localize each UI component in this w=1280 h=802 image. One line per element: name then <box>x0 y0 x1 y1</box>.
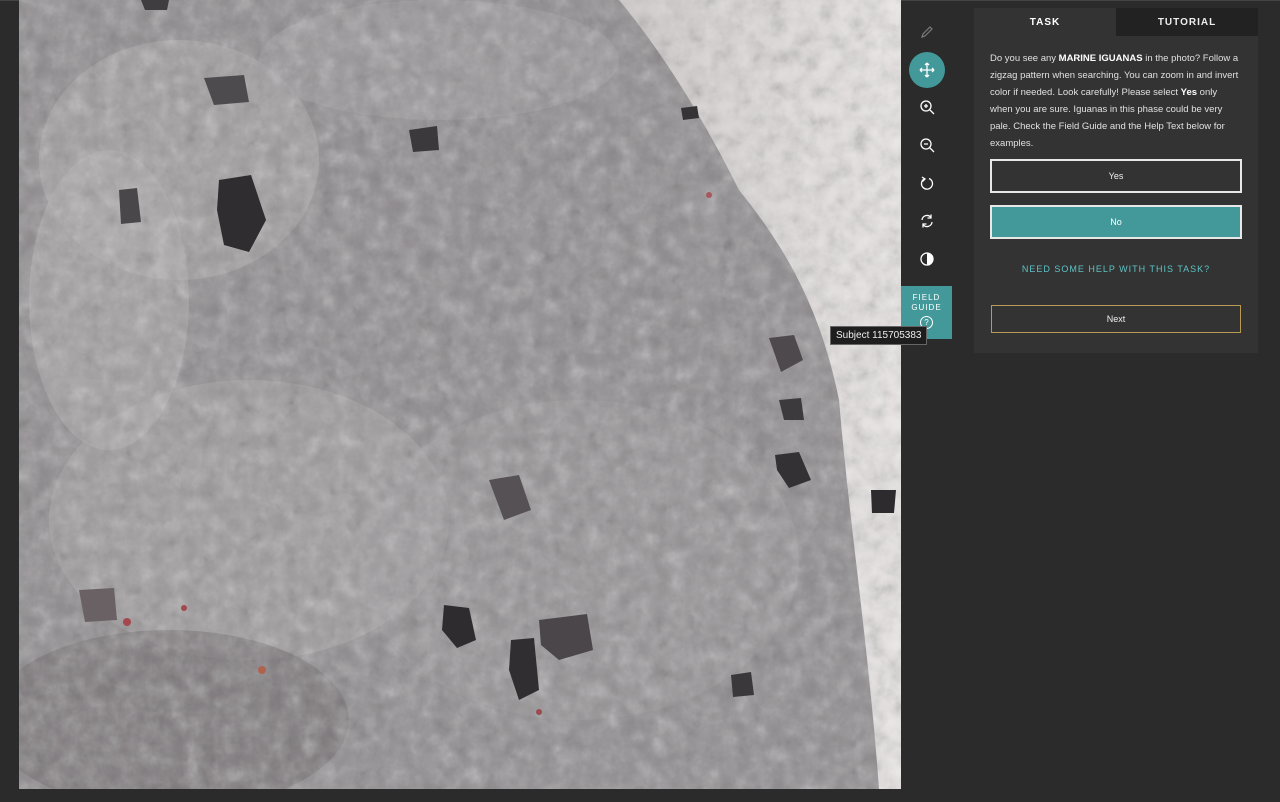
aerial-rock-photo <box>19 0 901 789</box>
subject-tooltip: Subject 115705383 <box>830 326 928 345</box>
rotate-tool[interactable] <box>909 165 945 201</box>
pencil-icon <box>921 26 933 38</box>
answer-yes-button[interactable]: Yes <box>990 159 1242 193</box>
question-bold-iguanas: MARINE IGUANAS <box>1058 53 1143 64</box>
invert-tool[interactable] <box>909 241 945 277</box>
next-button[interactable]: Next <box>991 305 1241 333</box>
reset-tool[interactable] <box>909 203 945 239</box>
zoom-in-icon <box>920 100 935 115</box>
field-guide-label-line2: GUIDE <box>911 303 942 312</box>
task-help-link[interactable]: NEED SOME HELP WITH THIS TASK? <box>974 264 1258 274</box>
panel-tabs: TASK TUTORIAL <box>974 8 1258 36</box>
task-question: Do you see any MARINE IGUANAS in the pho… <box>974 36 1258 152</box>
zoom-in-tool[interactable] <box>909 89 945 125</box>
zoom-out-icon <box>920 138 935 153</box>
field-guide-label-line1: FIELD <box>912 293 941 302</box>
reset-icon <box>921 214 933 228</box>
tab-task[interactable]: TASK <box>974 8 1116 36</box>
toolbar: FIELD GUIDE ? <box>901 0 952 789</box>
tab-tutorial[interactable]: TUTORIAL <box>1116 8 1258 36</box>
pan-tool[interactable] <box>909 52 945 88</box>
subject-image[interactable] <box>19 0 901 789</box>
question-bold-yes: Yes <box>1180 87 1198 98</box>
contrast-icon <box>920 252 934 266</box>
rotate-icon <box>920 176 934 190</box>
annotate-tool[interactable] <box>909 14 945 50</box>
question-text-1: Do you see any <box>990 53 1059 64</box>
answer-no-button[interactable]: No <box>990 205 1242 239</box>
task-panel: TASK TUTORIAL Do you see any MARINE IGUA… <box>974 8 1258 353</box>
move-icon <box>919 62 935 78</box>
zoom-out-tool[interactable] <box>909 127 945 163</box>
